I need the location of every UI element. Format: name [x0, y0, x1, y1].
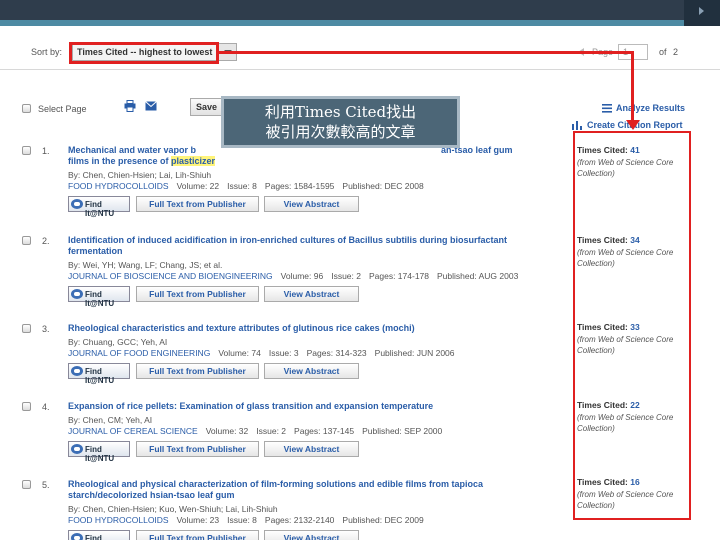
arrow-down-icon: [626, 120, 640, 130]
record-title[interactable]: Rheological and physical characterizatio…: [68, 479, 558, 501]
record-source: JOURNAL OF BIOSCIENCE AND BIOENGINEERING…: [68, 271, 519, 281]
find-it-button[interactable]: Find It@NTU: [68, 286, 130, 308]
record-title[interactable]: Mechanical and water vapor b an-tsao leaf…: [68, 145, 558, 167]
view-abstract-button[interactable]: View Abstract: [264, 530, 359, 540]
view-abstract-button[interactable]: View Abstract: [264, 196, 359, 212]
find-it-button[interactable]: Find It@NTU: [68, 530, 130, 540]
top-bar-accent: [0, 20, 720, 26]
find-it-logo-icon: [71, 444, 83, 454]
find-it-button[interactable]: Find It@NTU: [68, 196, 130, 218]
view-abstract-button[interactable]: View Abstract: [264, 441, 359, 457]
top-bar: [0, 0, 720, 26]
view-abstract-button[interactable]: View Abstract: [264, 363, 359, 379]
of-label: of: [659, 47, 667, 57]
journal-link[interactable]: JOURNAL OF CEREAL SCIENCE: [68, 426, 198, 436]
callout-line-1: 利用Times Cited找出: [264, 103, 417, 121]
record-title[interactable]: Expansion of rice pellets: Examination o…: [68, 401, 558, 412]
times-cited-highlight-box: [573, 131, 691, 520]
connector-line: [219, 51, 633, 54]
find-it-logo-icon: [71, 289, 83, 299]
record-checkbox[interactable]: [22, 236, 31, 245]
record-number: 2.: [42, 236, 50, 246]
full-text-button[interactable]: Full Text from Publisher: [136, 530, 259, 540]
record-title-start: Mechanical and water vapor b: [68, 145, 197, 155]
find-it-logo-icon: [71, 366, 83, 376]
record-number: 5.: [42, 480, 50, 490]
total-pages: 2: [673, 47, 679, 57]
record-source: FOOD HYDROCOLLOIDS Volume: 22 Issue: 8 Page…: [68, 181, 424, 191]
find-it-logo-icon: [71, 533, 83, 540]
record-source: JOURNAL OF CEREAL SCIENCE Volume: 32 Issue…: [68, 426, 443, 436]
journal-link[interactable]: FOOD HYDROCOLLOIDS: [68, 515, 169, 525]
annotation-callout: 利用Times Cited找出 被引用次數較高的文章: [221, 96, 460, 148]
select-page-label: Select Page: [38, 104, 87, 114]
find-it-button[interactable]: Find It@NTU: [68, 441, 130, 463]
record-checkbox[interactable]: [22, 146, 31, 155]
view-abstract-button[interactable]: View Abstract: [264, 286, 359, 302]
record-authors: By: Chuang, GCC; Yeh, AI: [68, 337, 168, 347]
find-it-button[interactable]: Find It@NTU: [68, 363, 130, 385]
slide-corner-tab: [684, 0, 720, 26]
find-it-logo-icon: [71, 199, 83, 209]
full-text-button[interactable]: Full Text from Publisher: [136, 363, 259, 379]
record-source: JOURNAL OF FOOD ENGINEERING Volume: 74 Iss…: [68, 348, 455, 358]
record-authors: By: Chen, CM; Yeh, AI: [68, 415, 153, 425]
record-title-line2: films in the presence of: [68, 156, 172, 166]
record-title[interactable]: Identification of induced acidification …: [68, 235, 558, 257]
record-authors: By: Chen, Chien-Hsien; Lai, Lih-Shiuh: [68, 170, 212, 180]
journal-link[interactable]: JOURNAL OF FOOD ENGINEERING: [68, 348, 210, 358]
record-source: FOOD HYDROCOLLOIDS Volume: 23 Issue: 8 Page…: [68, 515, 424, 525]
triangle-icon: [699, 7, 704, 15]
record-authors: By: Chen, Chien-Hsien; Kuo, Wen-Shiuh; L…: [68, 504, 278, 514]
record-checkbox[interactable]: [22, 402, 31, 411]
print-icon[interactable]: [124, 100, 136, 112]
search-term-highlight: plasticizer: [171, 156, 216, 166]
record-number: 4.: [42, 402, 50, 412]
save-button[interactable]: Save: [190, 98, 222, 116]
sort-label: Sort by:: [31, 47, 63, 57]
callout-line-2: 被引用次數較高的文章: [265, 123, 416, 141]
record-number: 1.: [42, 146, 50, 156]
record-checkbox[interactable]: [22, 480, 31, 489]
select-page-checkbox[interactable]: [22, 104, 31, 113]
full-text-button[interactable]: Full Text from Publisher: [136, 441, 259, 457]
record-checkbox[interactable]: [22, 324, 31, 333]
connector-line: [631, 51, 634, 121]
full-text-button[interactable]: Full Text from Publisher: [136, 196, 259, 212]
bar-chart-icon: [572, 121, 582, 130]
analyze-results-label: Analyze Results: [616, 103, 686, 113]
journal-link[interactable]: JOURNAL OF BIOSCIENCE AND BIOENGINEERING: [68, 271, 273, 281]
journal-link[interactable]: FOOD HYDROCOLLOIDS: [68, 181, 169, 191]
record-number: 3.: [42, 324, 50, 334]
record-authors: By: Wei, YH; Wang, LF; Chang, JS; et al.: [68, 260, 223, 270]
sort-highlight-box: [69, 42, 219, 64]
record-title[interactable]: Rheological characteristics and texture …: [68, 323, 558, 334]
email-icon[interactable]: [145, 101, 157, 111]
full-text-button[interactable]: Full Text from Publisher: [136, 286, 259, 302]
list-icon: [602, 104, 612, 113]
